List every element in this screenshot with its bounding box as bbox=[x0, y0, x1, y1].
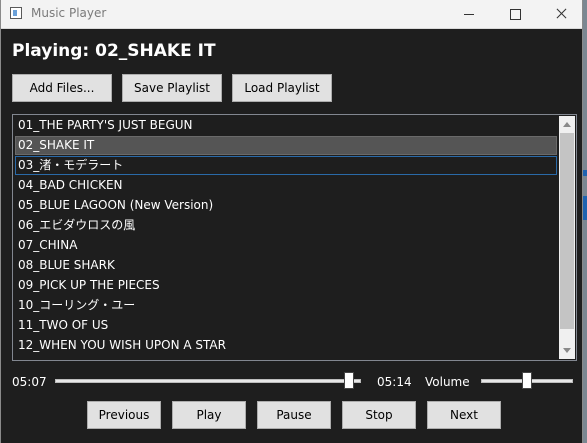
close-icon[interactable] bbox=[539, 0, 583, 28]
current-time: 05:07 bbox=[12, 375, 47, 389]
playlist-item[interactable]: 05_BLUE LAGOON (New Version) bbox=[15, 196, 557, 215]
now-playing-label: Playing: 02_SHAKE IT bbox=[12, 41, 216, 61]
save-playlist-button[interactable]: Save Playlist bbox=[122, 74, 222, 102]
playlist-item[interactable]: 11_TWO OF US bbox=[15, 316, 557, 335]
playlist-item[interactable]: 07_CHINA bbox=[15, 236, 557, 255]
load-playlist-button[interactable]: Load Playlist bbox=[232, 74, 332, 102]
seek-slider-thumb[interactable] bbox=[344, 372, 354, 389]
previous-button[interactable]: Previous bbox=[87, 401, 161, 429]
scroll-down-icon[interactable] bbox=[563, 348, 571, 353]
playlist-item-selected[interactable]: 02_SHAKE IT bbox=[15, 136, 557, 155]
playlist-item[interactable]: 10_コーリング・ユー bbox=[15, 296, 557, 315]
volume-slider-thumb[interactable] bbox=[522, 372, 532, 389]
play-button[interactable]: Play bbox=[172, 401, 246, 429]
title-bar: Music Player bbox=[1, 0, 582, 29]
scroll-up-icon[interactable] bbox=[563, 122, 571, 127]
next-button[interactable]: Next bbox=[427, 401, 501, 429]
playlist-item[interactable]: 08_BLUE SHARK bbox=[15, 256, 557, 275]
playlist-box[interactable]: 01_THE PARTY'S JUST BEGUN 02_SHAKE IT 03… bbox=[12, 114, 577, 361]
minimize-icon[interactable] bbox=[447, 0, 491, 28]
playlist-item-focused[interactable]: 03_渚・モデラート bbox=[15, 156, 557, 175]
music-player-window: Music Player Playing: 02_SHAKE IT Add Fi… bbox=[0, 0, 583, 443]
volume-label: Volume bbox=[425, 375, 470, 389]
playlist-scrollbar[interactable] bbox=[559, 116, 575, 359]
window-title: Music Player bbox=[31, 6, 107, 20]
playlist-item[interactable]: 01_THE PARTY'S JUST BEGUN bbox=[15, 116, 557, 135]
maximize-icon[interactable] bbox=[493, 0, 537, 28]
seek-slider-track[interactable] bbox=[55, 379, 361, 383]
background-fragment bbox=[583, 196, 587, 220]
background-fragment bbox=[583, 170, 587, 176]
background-window-edge bbox=[583, 0, 587, 443]
playlist-item[interactable]: 12_WHEN YOU WISH UPON A STAR bbox=[15, 336, 557, 355]
app-icon bbox=[10, 7, 22, 19]
playlist-item[interactable]: 06_エビダウロスの風 bbox=[15, 216, 557, 235]
add-files-button[interactable]: Add Files... bbox=[12, 74, 112, 102]
playlist-item[interactable]: 09_PICK UP THE PIECES bbox=[15, 276, 557, 295]
stop-button[interactable]: Stop bbox=[342, 401, 416, 429]
total-time: 05:14 bbox=[377, 375, 412, 389]
playlist-item[interactable]: 04_BAD CHICKEN bbox=[15, 176, 557, 195]
pause-button[interactable]: Pause bbox=[257, 401, 331, 429]
scrollbar-thumb[interactable] bbox=[560, 133, 574, 329]
